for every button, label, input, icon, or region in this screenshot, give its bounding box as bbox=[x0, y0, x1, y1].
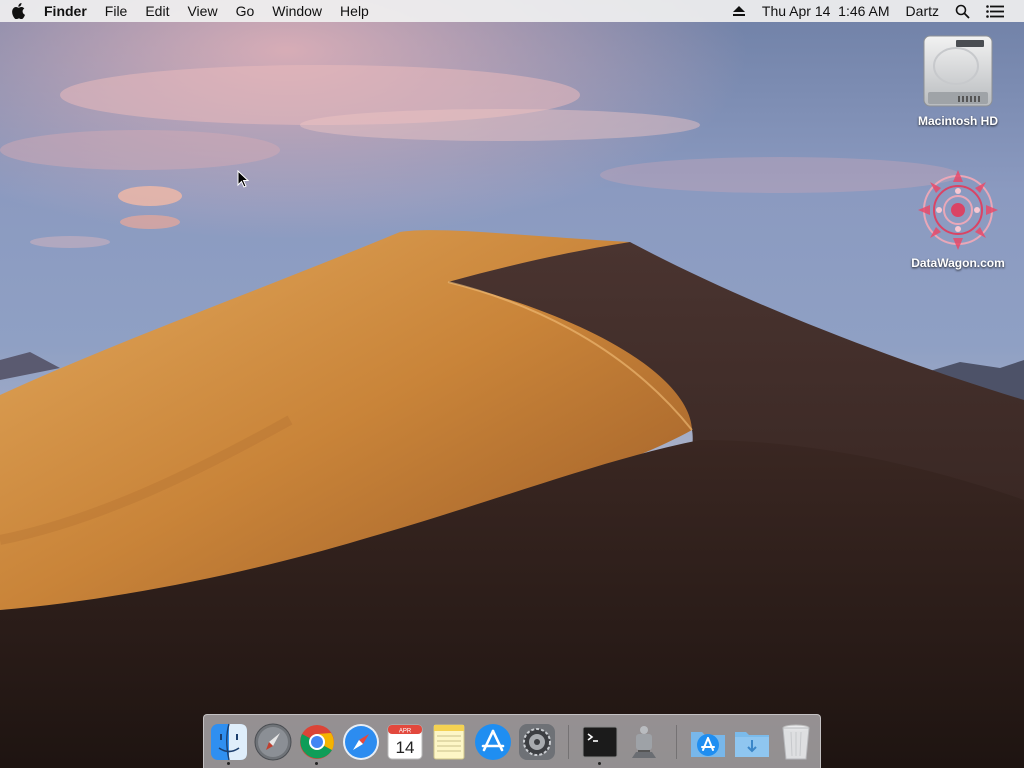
dock-item-trash[interactable] bbox=[776, 722, 816, 762]
dock-item-finder[interactable] bbox=[209, 722, 249, 762]
desktop-wallpaper bbox=[0, 0, 1024, 768]
dock-item-safari[interactable] bbox=[341, 722, 381, 762]
dock-item-system-preferences[interactable] bbox=[517, 722, 557, 762]
dock-item-applications-folder[interactable] bbox=[688, 722, 728, 762]
terminal-icon bbox=[582, 726, 618, 758]
menu-bar-clock[interactable]: Thu Apr 14 1:46 AM bbox=[754, 0, 898, 22]
mouse-pointer-icon bbox=[237, 170, 249, 188]
automator-icon bbox=[632, 726, 656, 758]
menu-go[interactable]: Go bbox=[227, 0, 264, 22]
finder-icon bbox=[211, 723, 247, 761]
desktop-icon-datawagon[interactable]: DataWagon.com bbox=[898, 168, 1018, 270]
fast-user-switching-menu[interactable]: Dartz bbox=[898, 0, 947, 22]
dock-item-calendar[interactable]: APR 14 bbox=[385, 722, 425, 762]
calendar-month: APR bbox=[399, 729, 412, 735]
menu-window[interactable]: Window bbox=[263, 0, 331, 22]
apple-menu-button[interactable] bbox=[0, 3, 36, 19]
spotlight-button[interactable] bbox=[947, 4, 978, 19]
dock: APR 14 bbox=[203, 714, 821, 768]
eject-icon bbox=[732, 6, 745, 16]
notes-icon bbox=[433, 724, 465, 760]
menu-bar-left: Finder File Edit View Go Window Help bbox=[0, 0, 378, 22]
desktop-icon-macintosh-hd[interactable]: Macintosh HD bbox=[898, 32, 1018, 128]
dock-running-indicator-finder bbox=[227, 762, 230, 765]
desktop-icon-label: DataWagon.com bbox=[911, 256, 1005, 270]
notification-center-button[interactable] bbox=[978, 4, 1012, 18]
app-store-icon bbox=[475, 724, 511, 760]
calendar-icon: APR 14 bbox=[387, 724, 423, 760]
eject-menu-extra[interactable] bbox=[724, 5, 754, 17]
dock-item-automator[interactable] bbox=[624, 722, 664, 762]
notification-center-icon bbox=[986, 4, 1004, 18]
menu-bar: Finder File Edit View Go Window Help Thu… bbox=[0, 0, 1024, 22]
hard-drive-icon bbox=[923, 35, 993, 107]
dock-item-notes[interactable] bbox=[429, 722, 469, 762]
menu-help[interactable]: Help bbox=[331, 0, 378, 22]
dock-separator bbox=[568, 725, 569, 759]
mandala-image-icon bbox=[918, 170, 998, 250]
chrome-icon bbox=[300, 725, 334, 759]
app-menu-finder[interactable]: Finder bbox=[36, 0, 96, 22]
trash-icon bbox=[782, 724, 810, 760]
downloads-folder-icon bbox=[735, 732, 769, 757]
dock-item-chrome[interactable] bbox=[297, 722, 337, 762]
dock-separator bbox=[676, 725, 677, 759]
dock-item-app-store[interactable] bbox=[473, 722, 513, 762]
system-preferences-icon bbox=[519, 724, 555, 760]
dock-item-downloads-folder[interactable] bbox=[732, 722, 772, 762]
menu-edit[interactable]: Edit bbox=[136, 0, 178, 22]
launchpad-icon bbox=[254, 723, 292, 761]
menu-file[interactable]: File bbox=[96, 0, 137, 22]
dock-item-terminal[interactable] bbox=[580, 722, 620, 762]
spotlight-search-icon bbox=[955, 4, 970, 19]
dock-item-launchpad[interactable] bbox=[253, 722, 293, 762]
dock-running-indicator-chrome bbox=[315, 762, 318, 765]
desktop-icon-label: Macintosh HD bbox=[917, 114, 998, 128]
apple-logo-icon bbox=[12, 3, 25, 19]
applications-folder-icon bbox=[691, 732, 725, 757]
safari-icon bbox=[343, 724, 379, 760]
dock-running-indicator-terminal bbox=[598, 762, 601, 765]
menu-bar-status-area: Thu Apr 14 1:46 AM Dartz bbox=[724, 0, 1024, 22]
menu-view[interactable]: View bbox=[178, 0, 226, 22]
calendar-day: 14 bbox=[396, 738, 415, 757]
